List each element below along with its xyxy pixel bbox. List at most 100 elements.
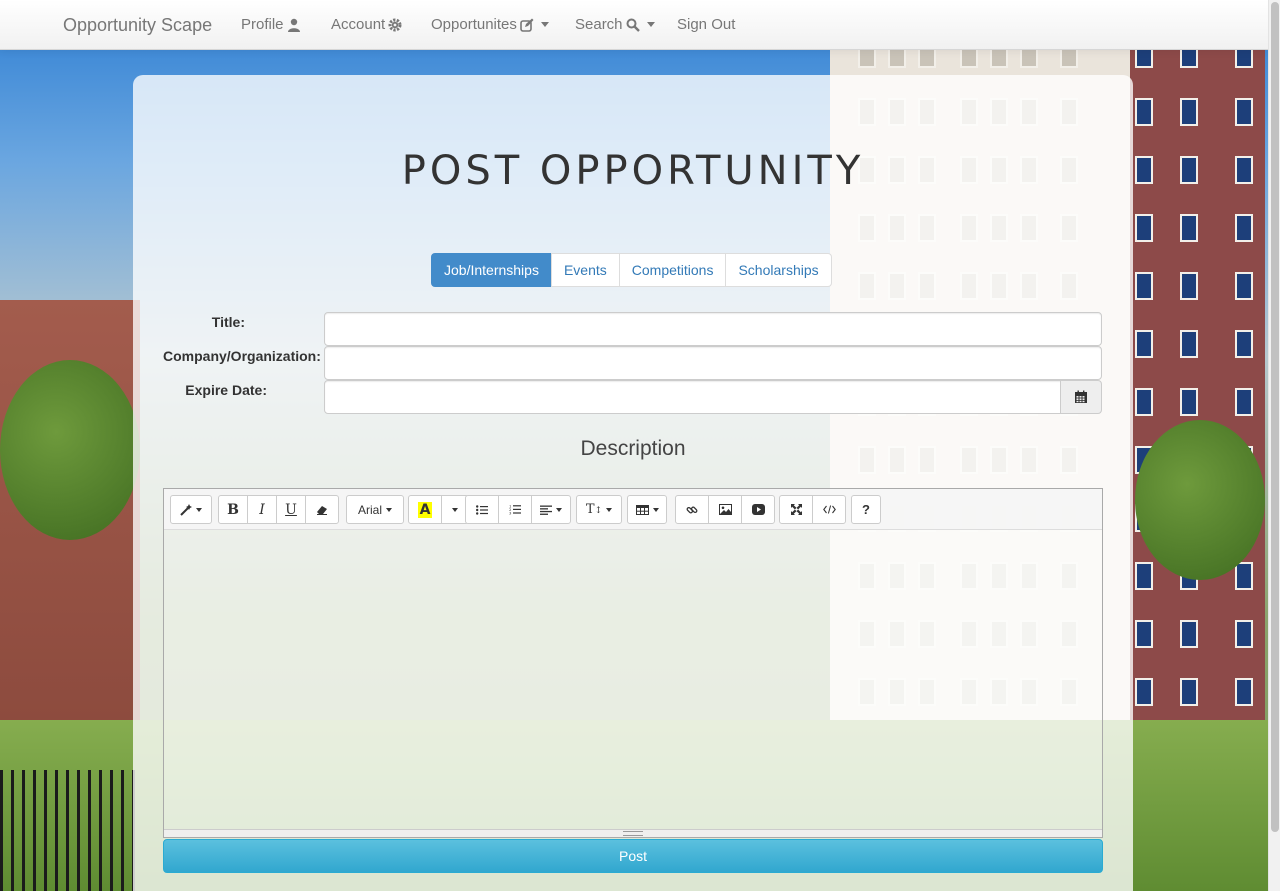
underline-icon: U [285, 501, 297, 518]
gear-icon [388, 18, 402, 31]
background-window [1135, 620, 1153, 648]
tab-events[interactable]: Events [550, 253, 620, 287]
search-icon [626, 18, 640, 32]
tab-scholarships[interactable]: Scholarships [725, 253, 832, 287]
font-family-value: Arial [357, 502, 382, 517]
font-color-icon: A [417, 501, 433, 518]
company-input[interactable] [324, 346, 1102, 380]
background-window [1235, 620, 1253, 648]
numbered-list-button[interactable]: 123 [498, 495, 532, 524]
background-window [1135, 330, 1153, 358]
nav-search-dropdown[interactable]: Search [575, 16, 655, 33]
background-window [1135, 678, 1153, 706]
underline-button[interactable]: U [276, 495, 306, 524]
editor-resize-handle[interactable] [164, 829, 1102, 837]
nav-account-label: Account [331, 16, 386, 33]
nav-search-label: Search [575, 16, 623, 33]
background-window [1235, 678, 1253, 706]
chevron-down-icon [606, 507, 613, 512]
scrollbar-thumb[interactable] [1271, 2, 1279, 832]
background-window [1135, 98, 1153, 126]
top-navbar: Opportunity Scape Profile Account Opport… [0, 0, 1268, 50]
tab-competitions[interactable]: Competitions [618, 253, 727, 287]
link-icon [686, 506, 698, 513]
nav-account[interactable]: Account [331, 16, 402, 33]
italic-button[interactable]: I [247, 495, 277, 524]
brand-link[interactable]: Opportunity Scape [63, 15, 212, 36]
calendar-button[interactable] [1060, 380, 1102, 414]
unordered-list-icon [476, 504, 488, 515]
background-window [1235, 330, 1253, 358]
chevron-down-icon [540, 22, 549, 27]
bold-button[interactable]: B [218, 495, 248, 524]
svg-text:3: 3 [509, 511, 512, 515]
title-input[interactable] [324, 312, 1102, 346]
background-window [1180, 272, 1198, 300]
nav-sign-out[interactable]: Sign Out [677, 16, 735, 33]
background-window [1135, 272, 1153, 300]
nav-opportunities-label: Opportunites [431, 16, 517, 33]
nav-sign-out-label: Sign Out [677, 16, 736, 33]
fullscreen-icon [790, 504, 802, 515]
background-window [1180, 678, 1198, 706]
calendar-icon [1075, 390, 1087, 403]
background-window [1235, 388, 1253, 416]
paragraph-align-dropdown[interactable] [531, 495, 571, 524]
expire-date-label: Expire Date: [185, 382, 267, 398]
background-window [1135, 562, 1153, 590]
align-left-icon [540, 505, 552, 515]
tab-job-internships[interactable]: Job/Internships [431, 253, 552, 287]
code-view-button[interactable] [812, 495, 846, 524]
page-title: Post Opportunity [401, 148, 865, 194]
chevron-down-icon [646, 22, 655, 27]
bold-icon: B [227, 501, 239, 518]
style-dropdown-button[interactable] [170, 495, 212, 524]
opportunity-type-tabs: Job/Internships Events Competitions Scho… [431, 253, 832, 287]
table-dropdown[interactable] [627, 495, 667, 524]
insert-link-button[interactable] [675, 495, 709, 524]
eraser-icon [317, 505, 327, 515]
background-window [1180, 388, 1198, 416]
user-icon [287, 18, 300, 32]
chevron-down-icon [652, 507, 659, 512]
background-window [1235, 272, 1253, 300]
italic-icon: I [259, 501, 265, 518]
title-label: Title: [211, 314, 245, 330]
clear-format-button[interactable] [305, 495, 339, 524]
bullet-list-button[interactable] [465, 495, 499, 524]
description-heading: Description [580, 437, 686, 460]
background-window [1135, 214, 1153, 242]
line-height-dropdown[interactable]: T↕ [576, 495, 622, 524]
editor-toolbar: B I U Arial A 123 T↕ ? [164, 489, 1102, 530]
video-icon [751, 504, 765, 515]
expire-date-input[interactable] [324, 380, 1062, 414]
question-icon: ? [862, 502, 870, 517]
background-window [1135, 388, 1153, 416]
text-color-button[interactable]: A [408, 495, 442, 524]
page-scrollbar[interactable] [1268, 0, 1280, 891]
fullscreen-button[interactable] [779, 495, 813, 524]
help-button[interactable]: ? [851, 495, 881, 524]
background-window [1235, 98, 1253, 126]
text-height-icon: T↕ [585, 502, 603, 517]
background-window [1235, 214, 1253, 242]
font-family-dropdown[interactable]: Arial [346, 495, 404, 524]
company-label: Company/Organization: [163, 348, 321, 364]
background-window [1180, 330, 1198, 358]
magic-wand-icon [180, 503, 192, 516]
post-button[interactable]: Post [163, 839, 1103, 873]
chevron-down-icon [452, 507, 458, 512]
nav-profile[interactable]: Profile [241, 16, 301, 33]
background-railing [0, 770, 140, 891]
background-window [1180, 620, 1198, 648]
background-window [1235, 562, 1253, 590]
table-icon [635, 504, 649, 515]
chevron-down-icon [386, 507, 392, 512]
insert-video-button[interactable] [741, 495, 775, 524]
rich-text-editor: B I U Arial A 123 T↕ ? [163, 488, 1103, 838]
chevron-down-icon [556, 507, 562, 512]
editor-content-area[interactable] [164, 530, 1102, 830]
chevron-down-icon [196, 507, 202, 512]
insert-picture-button[interactable] [708, 495, 742, 524]
nav-opportunities-dropdown[interactable]: Opportunites [431, 16, 549, 33]
